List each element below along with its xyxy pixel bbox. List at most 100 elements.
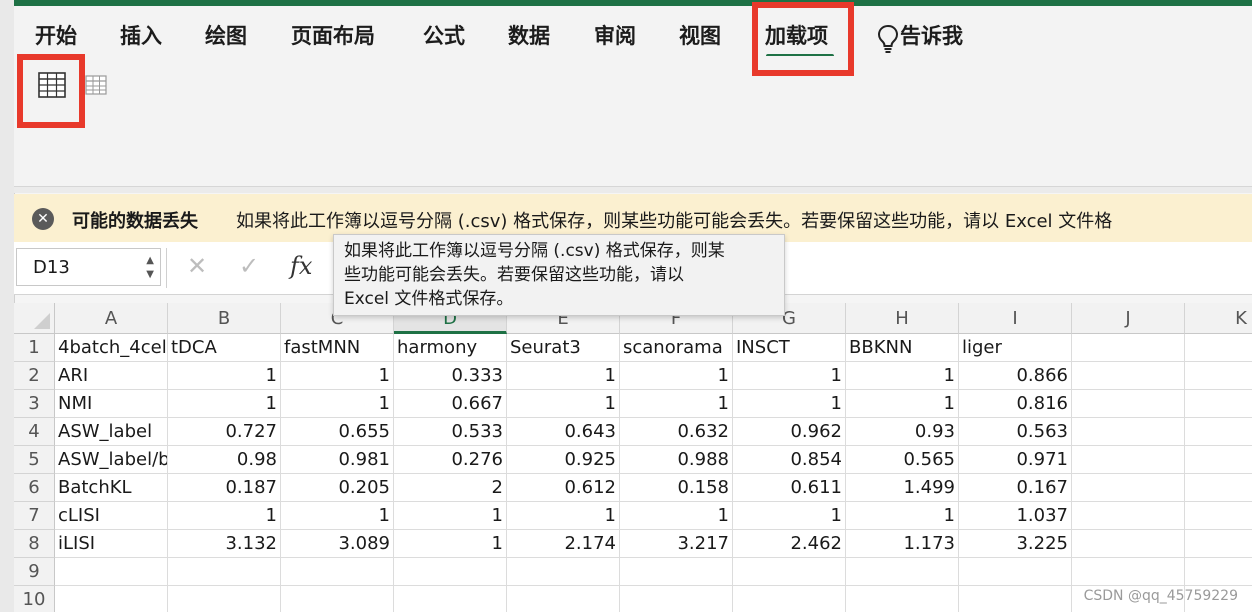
cell[interactable] <box>55 558 168 586</box>
cell[interactable]: INSCT <box>733 334 846 362</box>
cell[interactable]: 1.037 <box>959 502 1072 530</box>
cell[interactable] <box>959 586 1072 612</box>
cell[interactable] <box>168 558 281 586</box>
cell[interactable]: cLISI <box>55 502 168 530</box>
table-small-icon[interactable] <box>85 74 107 96</box>
cell[interactable] <box>281 586 394 612</box>
cell[interactable]: ARI <box>55 362 168 390</box>
cell[interactable]: harmony <box>394 334 507 362</box>
cell[interactable]: 1 <box>281 502 394 530</box>
cell[interactable]: NMI <box>55 390 168 418</box>
cell[interactable]: 0.727 <box>168 418 281 446</box>
cell[interactable]: 0.854 <box>733 446 846 474</box>
cell[interactable] <box>168 586 281 612</box>
cancel-x-icon[interactable]: ✕ <box>187 252 207 280</box>
cell[interactable] <box>1072 334 1185 362</box>
cell[interactable]: 0.816 <box>959 390 1072 418</box>
cell[interactable]: 1 <box>733 362 846 390</box>
cell[interactable] <box>1072 474 1185 502</box>
tab-insert[interactable]: 插入 <box>120 20 162 50</box>
cell[interactable] <box>1185 558 1252 586</box>
cell[interactable] <box>620 558 733 586</box>
row-header[interactable]: 4 <box>14 418 55 446</box>
column-header-i[interactable]: I <box>959 303 1072 334</box>
cell[interactable]: 3.089 <box>281 530 394 558</box>
cell[interactable] <box>733 558 846 586</box>
cell[interactable] <box>55 586 168 612</box>
cell[interactable]: 0.276 <box>394 446 507 474</box>
cell[interactable]: 0.667 <box>394 390 507 418</box>
cell[interactable]: 1 <box>168 390 281 418</box>
cell[interactable] <box>1185 334 1252 362</box>
cell[interactable]: 0.205 <box>281 474 394 502</box>
cell[interactable] <box>846 586 959 612</box>
cell[interactable]: 1 <box>281 390 394 418</box>
tab-page-layout[interactable]: 页面布局 <box>291 20 375 50</box>
cell[interactable] <box>394 558 507 586</box>
tab-draw[interactable]: 绘图 <box>205 20 247 50</box>
cell[interactable]: 1 <box>507 362 620 390</box>
tab-view[interactable]: 视图 <box>679 20 721 50</box>
cell[interactable] <box>507 586 620 612</box>
cell[interactable]: tDCA <box>168 334 281 362</box>
cell[interactable] <box>281 558 394 586</box>
cell[interactable]: 0.643 <box>507 418 620 446</box>
column-header-h[interactable]: H <box>846 303 959 334</box>
cell[interactable]: 1.173 <box>846 530 959 558</box>
select-all-corner[interactable] <box>14 303 55 334</box>
cell[interactable]: ASW_label/batch <box>55 446 168 474</box>
tab-tell-me[interactable]: 告诉我 <box>900 20 963 50</box>
row-header[interactable]: 1 <box>14 334 55 362</box>
cell[interactable] <box>1072 502 1185 530</box>
cell[interactable] <box>1072 446 1185 474</box>
cell[interactable]: 1 <box>620 390 733 418</box>
cell[interactable]: 1 <box>620 362 733 390</box>
cell[interactable] <box>620 586 733 612</box>
cell[interactable]: 1 <box>733 502 846 530</box>
cell[interactable]: 0.612 <box>507 474 620 502</box>
cell[interactable]: 2.174 <box>507 530 620 558</box>
check-icon[interactable]: ✓ <box>239 252 259 280</box>
cell[interactable]: 1 <box>168 502 281 530</box>
cell[interactable]: BatchKL <box>55 474 168 502</box>
cell[interactable] <box>1185 502 1252 530</box>
cell[interactable]: 0.533 <box>394 418 507 446</box>
cell[interactable]: Seurat3 <box>507 334 620 362</box>
cell[interactable] <box>1185 390 1252 418</box>
cell[interactable]: 1 <box>733 390 846 418</box>
cell[interactable]: 1 <box>281 362 394 390</box>
cell[interactable]: 0.655 <box>281 418 394 446</box>
row-header[interactable]: 8 <box>14 530 55 558</box>
cell[interactable] <box>733 586 846 612</box>
cell[interactable] <box>1072 362 1185 390</box>
cell[interactable] <box>1072 418 1185 446</box>
cell[interactable]: scanorama <box>620 334 733 362</box>
cell[interactable]: 1 <box>620 502 733 530</box>
name-box[interactable]: D13 ▲ ▼ <box>16 248 161 286</box>
spin-down-icon[interactable]: ▼ <box>146 269 154 280</box>
fx-icon[interactable]: fx <box>290 252 312 280</box>
cell[interactable]: 1.499 <box>846 474 959 502</box>
cell[interactable]: 0.962 <box>733 418 846 446</box>
cell[interactable]: 0.565 <box>846 446 959 474</box>
spreadsheet-grid[interactable]: A B C D E F G H I J K 1 4batch_4cell tDCA fastMNN harmo… <box>14 303 1252 612</box>
tab-review[interactable]: 审阅 <box>594 20 636 50</box>
cell[interactable] <box>1185 474 1252 502</box>
cell[interactable] <box>846 558 959 586</box>
cell[interactable]: 1 <box>507 502 620 530</box>
cell[interactable]: 0.187 <box>168 474 281 502</box>
cell[interactable]: 1 <box>394 530 507 558</box>
cell[interactable]: 3.225 <box>959 530 1072 558</box>
cell[interactable]: 1 <box>846 390 959 418</box>
cell[interactable]: 1 <box>846 502 959 530</box>
cell[interactable]: iLISI <box>55 530 168 558</box>
cell[interactable]: 2 <box>394 474 507 502</box>
cell[interactable]: 0.98 <box>168 446 281 474</box>
cell[interactable]: 0.93 <box>846 418 959 446</box>
spin-up-icon[interactable]: ▲ <box>146 255 154 266</box>
cell[interactable]: 0.632 <box>620 418 733 446</box>
cell[interactable]: 0.333 <box>394 362 507 390</box>
cell[interactable]: 0.866 <box>959 362 1072 390</box>
column-header-b[interactable]: B <box>168 303 281 334</box>
cell[interactable] <box>1185 418 1252 446</box>
